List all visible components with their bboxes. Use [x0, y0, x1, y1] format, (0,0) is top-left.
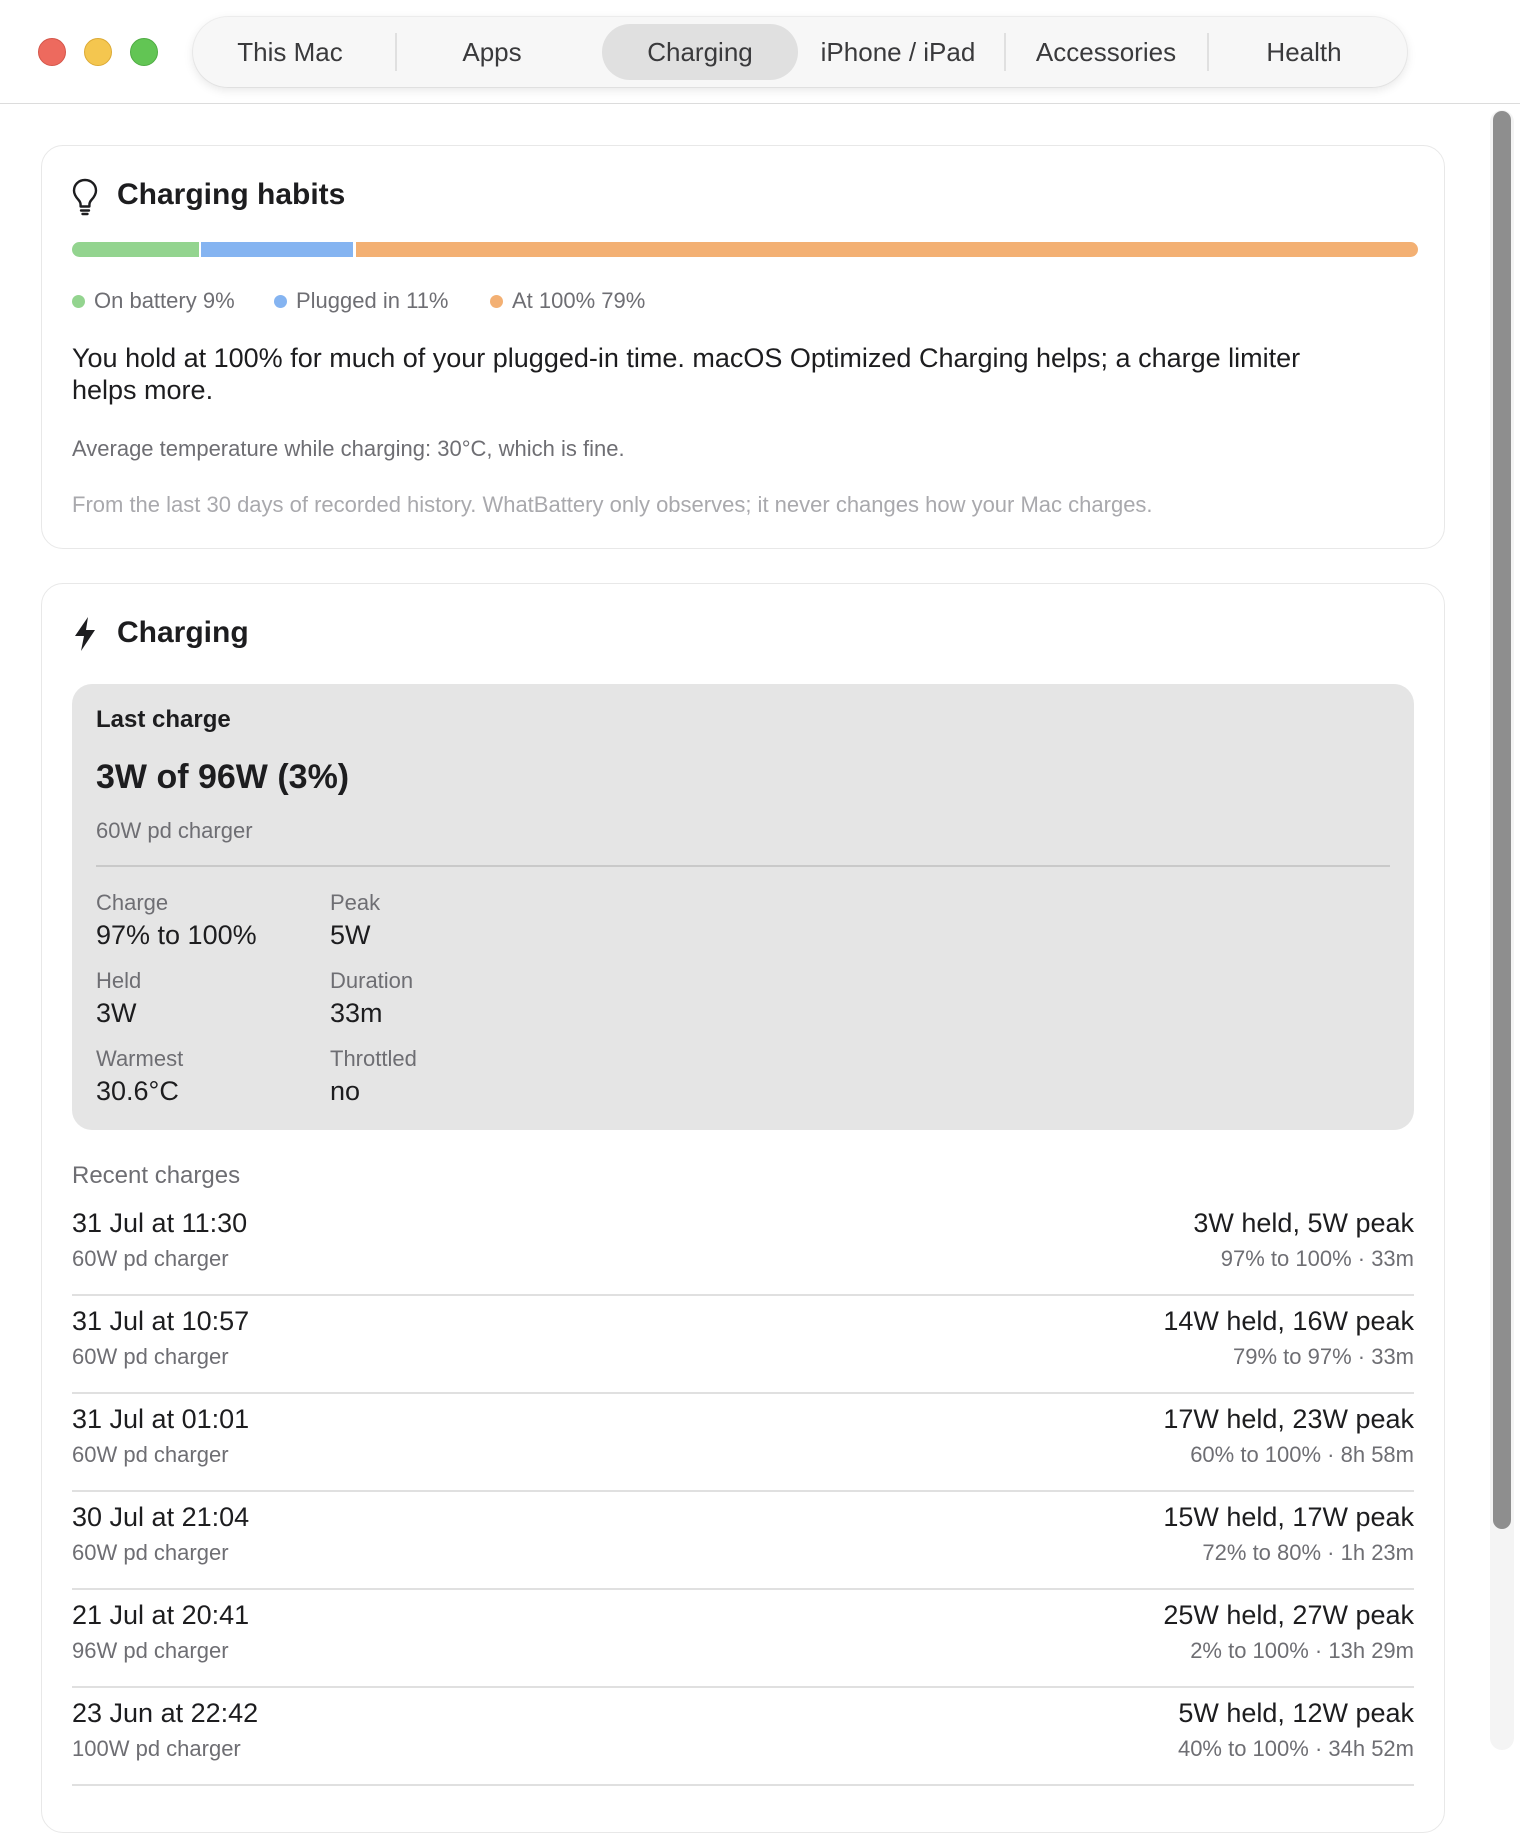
charge-date: 31 Jul at 10:57: [72, 1306, 250, 1336]
charge-power: 15W held, 17W peak: [1163, 1502, 1414, 1532]
tab-health[interactable]: Health: [1217, 24, 1391, 80]
zoom-window-button[interactable]: [130, 38, 158, 66]
charge-charger: 100W pd charger: [72, 1736, 241, 1761]
recent-charge-row: 31 Jul at 11:30 60W pd charger 3W held, …: [72, 1198, 1414, 1296]
legend-dot: [490, 295, 503, 308]
tab-iphone-ipad[interactable]: iPhone / iPad: [805, 24, 991, 80]
habits-message: You hold at 100% for much of your plugge…: [72, 343, 1301, 405]
charge-date: 23 Jun at 22:42: [72, 1698, 259, 1728]
charge-power: 5W held, 12W peak: [1178, 1698, 1414, 1728]
charge-charger: 96W pd charger: [72, 1638, 229, 1663]
tab-this-mac[interactable]: This Mac: [203, 24, 377, 80]
charge-power: 3W held, 5W peak: [1193, 1208, 1414, 1238]
recent-charge-row: 30 Jul at 21:04 60W pd charger 15W held,…: [72, 1492, 1414, 1590]
charge-date: 31 Jul at 11:30: [72, 1208, 248, 1238]
stat-charge-label: Charge: [96, 890, 169, 915]
tab-apps[interactable]: Apps: [405, 24, 579, 80]
charge-power: 17W held, 23W peak: [1163, 1404, 1414, 1434]
charging-card: Charging Last charge 3W of 96W (3%) 60W …: [41, 583, 1445, 1833]
last-charge-label: Last charge: [96, 706, 231, 733]
charge-range: 2% to 100% · 13h 29m: [1190, 1638, 1414, 1663]
last-charge-value: 3W of 96W (3%): [96, 758, 350, 796]
stat-duration-value: 33m: [330, 998, 383, 1028]
tab-charging[interactable]: Charging: [602, 24, 798, 80]
recent-charge-row: 31 Jul at 01:01 60W pd charger 17W held,…: [72, 1394, 1414, 1492]
tab-separator: [1004, 33, 1006, 71]
charging-habits-bar: [72, 242, 1418, 257]
charge-range: 79% to 97% · 33m: [1233, 1344, 1414, 1369]
charge-date: 21 Jul at 20:41: [72, 1600, 250, 1630]
charge-range: 72% to 80% · 1h 23m: [1202, 1540, 1414, 1565]
divider: [96, 865, 1390, 867]
charge-charger: 60W pd charger: [72, 1442, 229, 1467]
charge-date: 31 Jul at 01:01: [72, 1404, 250, 1434]
charging-habits-card: Charging habits On battery 9% Plugged in…: [41, 145, 1445, 549]
stat-warmest-value: 30.6°C: [96, 1076, 179, 1106]
recent-charge-row: 23 Jun at 22:42 100W pd charger 5W held,…: [72, 1688, 1414, 1786]
tab-accessories[interactable]: Accessories: [1013, 24, 1199, 80]
charge-charger: 60W pd charger: [72, 1344, 229, 1369]
legend-dot: [72, 295, 85, 308]
at-full-segment: [356, 242, 1418, 257]
on-battery-segment: [72, 242, 199, 257]
close-window-button[interactable]: [38, 38, 66, 66]
stat-throttled-value: no: [330, 1076, 361, 1106]
tab-separator: [1207, 33, 1209, 71]
charge-range: 60% to 100% · 8h 58m: [1190, 1442, 1414, 1467]
row-divider: [72, 1784, 1414, 1786]
habits-footnote: From the last 30 days of recorded histor…: [72, 492, 1153, 517]
tab-bar: This Mac Apps Charging iPhone / iPad Acc…: [193, 17, 1407, 87]
stat-throttled-label: Throttled: [330, 1046, 417, 1071]
title-bar: This Mac Apps Charging iPhone / iPad Acc…: [0, 0, 1520, 104]
charge-charger: 60W pd charger: [72, 1540, 229, 1565]
temperature-note: Average temperature while charging: 30°C…: [72, 436, 625, 461]
stat-charge-value: 97% to 100%: [96, 920, 257, 950]
recent-charge-row: 21 Jul at 20:41 96W pd charger 25W held,…: [72, 1590, 1414, 1688]
stat-held-label: Held: [96, 968, 142, 993]
stat-peak-value: 5W: [330, 920, 371, 950]
minimize-window-button[interactable]: [84, 38, 112, 66]
lightbulb-icon: [72, 178, 98, 221]
charge-date: 30 Jul at 21:04: [72, 1502, 250, 1532]
legend-dot: [274, 295, 287, 308]
charge-range: 40% to 100% · 34h 52m: [1177, 1736, 1414, 1761]
stat-duration-label: Duration: [330, 968, 414, 993]
stat-peak-label: Peak: [330, 890, 381, 915]
charging-habits-title: Charging habits: [117, 178, 346, 211]
tab-separator: [395, 33, 397, 71]
recent-charges-title: Recent charges: [72, 1162, 241, 1189]
charging-title: Charging: [117, 616, 249, 649]
plugged-in-segment: [201, 242, 353, 257]
stat-held-value: 3W: [96, 998, 137, 1028]
scrollbar-thumb[interactable]: [1493, 111, 1511, 1529]
charge-power: 14W held, 16W peak: [1163, 1306, 1414, 1336]
stat-warmest-label: Warmest: [96, 1046, 184, 1071]
charge-power: 25W held, 27W peak: [1163, 1600, 1414, 1630]
last-charge-charger: 60W pd charger: [96, 818, 253, 843]
charge-charger: 60W pd charger: [72, 1246, 229, 1271]
bolt-icon: [72, 616, 98, 657]
last-charge-panel: Last charge 3W of 96W (3%) 60W pd charge…: [72, 684, 1414, 1130]
recent-charge-row: 31 Jul at 10:57 60W pd charger 14W held,…: [72, 1296, 1414, 1394]
charge-range: 97% to 100% · 33m: [1220, 1246, 1414, 1271]
